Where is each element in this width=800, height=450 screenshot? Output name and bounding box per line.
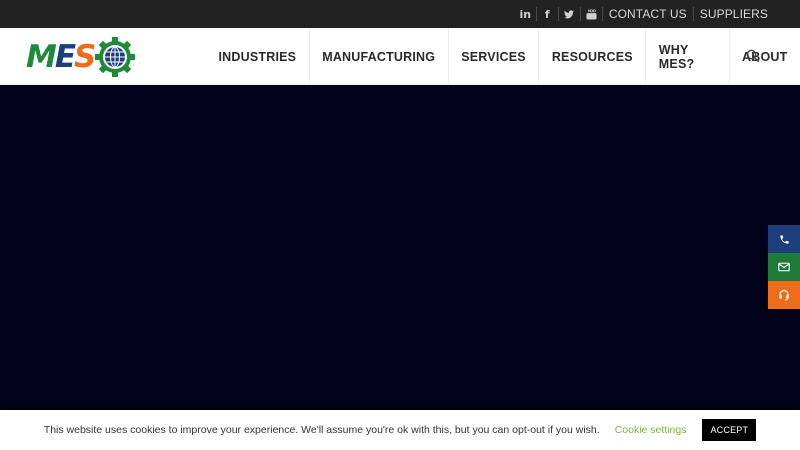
hero-banner <box>0 85 800 415</box>
nav-item-services[interactable]: SERVICES <box>449 28 540 85</box>
mes-logo[interactable]: MES <box>26 37 162 77</box>
cookie-banner: This website uses cookies to improve you… <box>0 410 800 450</box>
logo-letter-s: S <box>74 39 96 75</box>
floating-contact-tabs <box>768 225 800 309</box>
gear-globe-icon <box>95 37 136 77</box>
site-header: MES INDUSTRIES MANUFACTURING SERVICES RE… <box>0 28 800 85</box>
linkedin-icon[interactable]: in <box>515 0 536 28</box>
twitter-bird-glyph <box>564 9 575 18</box>
logo-letter-m: M <box>26 39 57 75</box>
cookie-message: This website uses cookies to improve you… <box>43 424 600 436</box>
accept-cookies-button[interactable]: ACCEPT <box>702 419 757 441</box>
facebook-icon[interactable]: f <box>537 0 558 28</box>
nav-item-about[interactable]: ABOUT <box>730 28 800 85</box>
envelope-icon[interactable] <box>768 253 800 281</box>
suppliers-link[interactable]: SUPPLIERS <box>694 7 774 21</box>
search-icon[interactable] <box>746 49 760 63</box>
top-bar: in f CONTACT US SUPPLIERS <box>0 0 800 28</box>
cookie-settings-link[interactable]: Cookie settings <box>615 424 687 436</box>
envelope-glyph <box>778 262 790 272</box>
nav-item-industries[interactable]: INDUSTRIES <box>206 28 310 85</box>
headset-glyph <box>779 289 789 301</box>
contact-us-link[interactable]: CONTACT US <box>603 7 693 21</box>
youtube-icon[interactable] <box>581 0 602 28</box>
phone-glyph <box>779 234 789 244</box>
magnifier-glyph <box>746 49 760 63</box>
logo-text: MES <box>26 38 96 76</box>
phone-icon[interactable] <box>768 225 800 253</box>
support-icon[interactable] <box>768 281 800 309</box>
main-nav: INDUSTRIES MANUFACTURING SERVICES RESOUR… <box>206 28 800 85</box>
youtube-glyph <box>586 8 597 20</box>
nav-item-why-mes[interactable]: WHY MES? <box>646 28 730 85</box>
social-links: in f <box>515 0 603 28</box>
nav-item-manufacturing[interactable]: MANUFACTURING <box>310 28 449 85</box>
twitter-icon[interactable] <box>559 0 580 28</box>
nav-item-resources[interactable]: RESOURCES <box>539 28 647 85</box>
logo-letter-e: E <box>54 39 76 75</box>
